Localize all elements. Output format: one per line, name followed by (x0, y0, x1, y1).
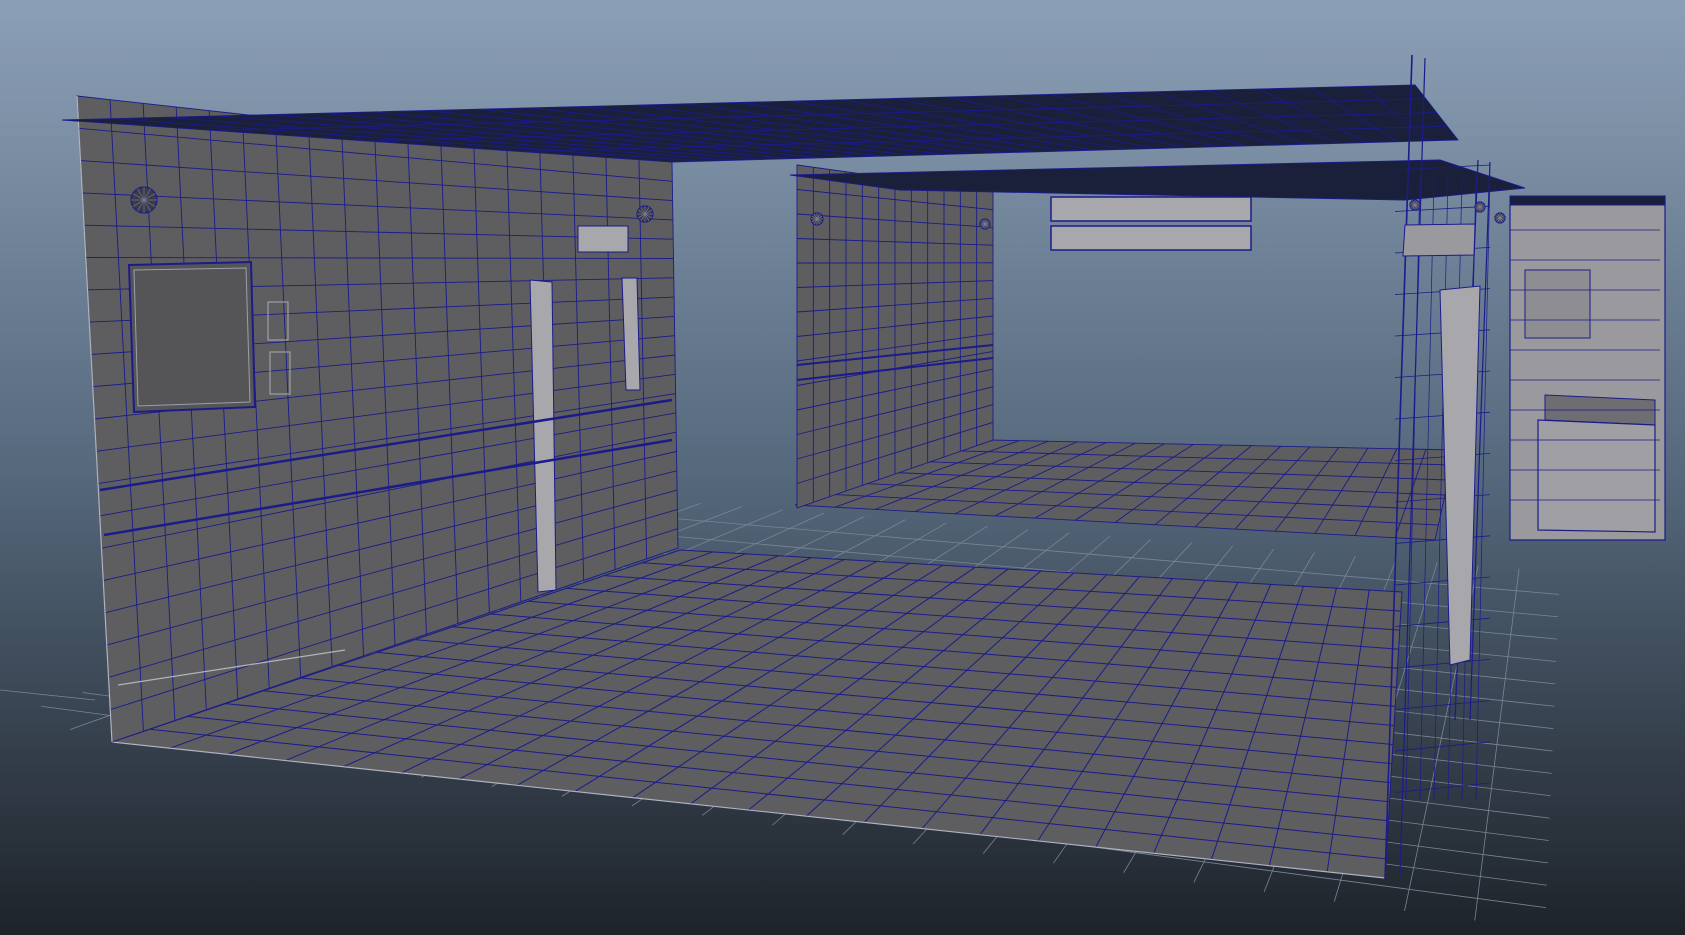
partition-sign (1402, 223, 1476, 257)
wall-sign (577, 225, 629, 253)
counter-base (1537, 419, 1656, 533)
scene-canvas[interactable] (0, 0, 1685, 935)
light-panel (1050, 196, 1252, 222)
counter-top-edge (1509, 195, 1666, 206)
light-panel (1050, 225, 1252, 251)
maya-viewport[interactable] (0, 0, 1685, 935)
counter-cabinet (1524, 269, 1591, 339)
wall-monitor (127, 260, 257, 414)
counter-block[interactable] (1509, 195, 1666, 541)
